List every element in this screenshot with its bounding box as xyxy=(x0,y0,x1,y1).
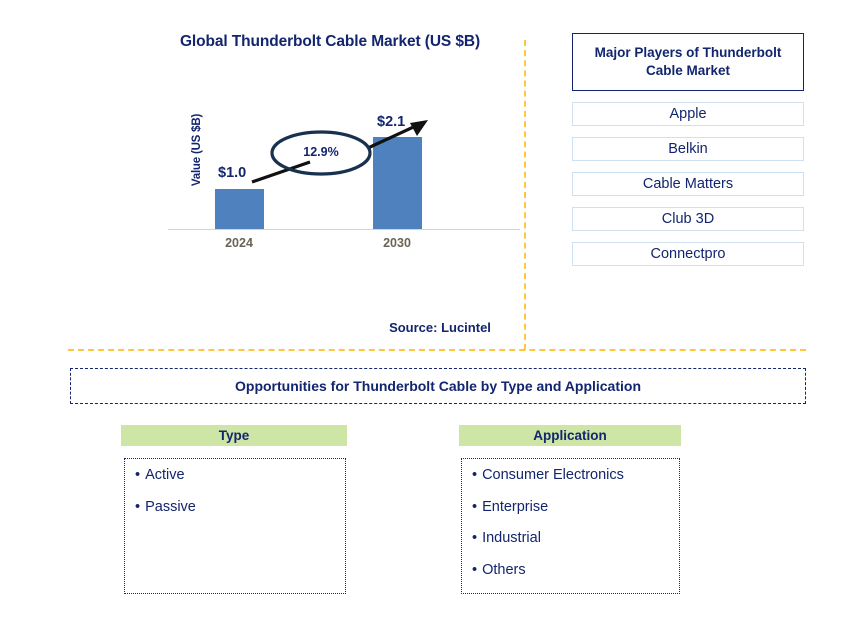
application-item-label: Enterprise xyxy=(482,498,549,515)
x-tick-2030: 2030 xyxy=(383,236,411,250)
type-column-box: • Active • Passive xyxy=(124,458,346,594)
bullet-icon: • xyxy=(472,467,478,483)
player-item-club-3d[interactable]: Club 3D xyxy=(572,207,804,231)
player-item-connectpro[interactable]: Connectpro xyxy=(572,242,804,266)
vertical-divider xyxy=(524,40,526,350)
application-column-header: Application xyxy=(459,425,681,446)
bar-value-2024: $1.0 xyxy=(218,165,247,181)
source-note: Source: Lucintel xyxy=(389,320,491,335)
bullet-icon: • xyxy=(472,530,478,546)
type-item-label: Active xyxy=(145,467,185,483)
major-players-header: Major Players of Thunderbolt Cable Marke… xyxy=(572,33,804,91)
type-item-passive: • Passive xyxy=(135,498,335,515)
application-item-others: • Others xyxy=(472,561,669,578)
type-item-active: • Active xyxy=(135,468,335,483)
type-item-label: Passive xyxy=(145,498,196,515)
bullet-icon: • xyxy=(135,467,141,483)
bullet-icon: • xyxy=(472,561,478,578)
player-item-apple[interactable]: Apple xyxy=(572,102,804,126)
bar-chart: Value (US $B) $1.0 $2.1 2024 2030 12.9% xyxy=(150,108,520,258)
player-item-belkin[interactable]: Belkin xyxy=(572,137,804,161)
cagr-annotation: 12.9% xyxy=(250,118,440,188)
y-axis-label: Value (US $B) xyxy=(191,113,203,187)
opportunities-title: Opportunities for Thunderbolt Cable by T… xyxy=(235,378,641,394)
application-item-label: Industrial xyxy=(482,530,541,546)
x-tick-2024: 2024 xyxy=(225,236,253,250)
type-column-header: Type xyxy=(121,425,347,446)
horizontal-divider xyxy=(68,349,806,351)
chart-title: Global Thunderbolt Cable Market (US $B) xyxy=(179,33,481,50)
application-column-box: • Consumer Electronics • Enterprise • Indus… xyxy=(461,458,680,594)
application-item-consumer-electronics: • Consumer Electronics xyxy=(472,468,669,483)
opportunities-banner: Opportunities for Thunderbolt Cable by T… xyxy=(70,368,806,404)
bar-2024 xyxy=(215,189,264,229)
bullet-icon: • xyxy=(135,498,141,515)
major-players-panel: Major Players of Thunderbolt Cable Marke… xyxy=(572,33,804,266)
application-item-label: Consumer Electronics xyxy=(482,467,624,483)
application-item-industrial: • Industrial xyxy=(472,531,669,546)
player-item-cable-matters[interactable]: Cable Matters xyxy=(572,172,804,196)
application-item-enterprise: • Enterprise xyxy=(472,498,669,515)
application-item-label: Others xyxy=(482,561,526,578)
cagr-value: 12.9% xyxy=(303,145,339,159)
bullet-icon: • xyxy=(472,498,478,515)
x-axis-line xyxy=(168,229,520,230)
